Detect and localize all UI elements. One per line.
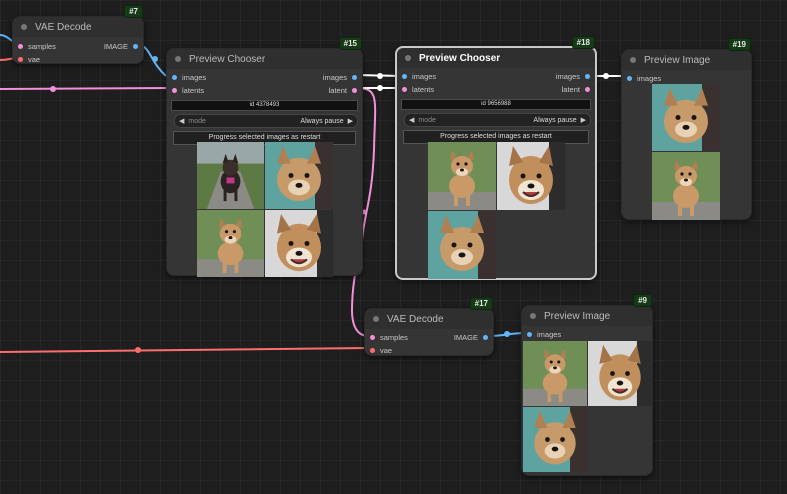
image-socket-icon[interactable] — [483, 335, 488, 340]
preview-thumbnail[interactable] — [497, 142, 565, 210]
vae-socket-icon[interactable] — [18, 57, 23, 62]
mode-combo[interactable]: ◀ mode Always pause ▶ — [404, 113, 591, 127]
node-title-bar[interactable]: Preview Chooser — [167, 49, 362, 69]
image-socket-icon[interactable] — [527, 332, 532, 337]
mode-label: mode — [188, 117, 206, 125]
input-slot-images[interactable]: images — [172, 71, 206, 84]
node-id-badge: #18 — [571, 36, 595, 49]
preview-image-node-19[interactable]: #19 Preview Image images — [621, 38, 752, 220]
preview-thumbnail[interactable] — [652, 152, 720, 220]
id-display: id 9656988 — [401, 99, 591, 110]
preview-thumbnail[interactable] — [428, 211, 496, 279]
input-slot-vae[interactable]: vae — [18, 53, 40, 66]
mode-value: Always pause — [533, 116, 577, 124]
id-display: id 4378493 — [171, 100, 358, 111]
vae-decode-node-7[interactable]: #7 VAE Decode samples IMAGE vae — [12, 5, 144, 66]
node-title: Preview Image — [544, 310, 611, 322]
node-title-bar[interactable]: VAE Decode — [365, 309, 493, 329]
output-slot-images[interactable]: images — [556, 70, 590, 83]
preview-thumbnail-selected[interactable] — [265, 210, 333, 277]
input-slot-images[interactable]: images — [402, 70, 436, 83]
node-title-bar[interactable]: Preview Image — [622, 50, 751, 70]
mode-label: mode — [418, 116, 436, 124]
input-slot-latents[interactable]: latents — [402, 83, 434, 96]
node-id-badge: #7 — [124, 5, 143, 18]
output-slot-image[interactable]: IMAGE — [104, 40, 138, 53]
preview-thumbnail[interactable] — [588, 341, 652, 406]
latent-socket-icon[interactable] — [585, 87, 590, 92]
arrow-left-icon[interactable]: ◀ — [409, 116, 414, 124]
node-title-bar[interactable]: VAE Decode — [13, 17, 143, 37]
latent-socket-icon[interactable] — [18, 44, 23, 49]
image-socket-icon[interactable] — [627, 76, 632, 81]
node-title: Preview Chooser — [419, 52, 501, 64]
collapse-dot-icon[interactable] — [175, 56, 181, 62]
latent-socket-icon[interactable] — [352, 88, 357, 93]
output-slot-latent[interactable]: latent — [329, 84, 357, 97]
collapse-dot-icon[interactable] — [373, 316, 379, 322]
arrow-right-icon[interactable]: ▶ — [581, 116, 586, 124]
preview-chooser-node-15[interactable]: #15 Preview Chooser images images latent… — [166, 37, 363, 277]
preview-image-grid — [197, 142, 333, 277]
node-id-badge: #17 — [469, 297, 493, 310]
node-title-bar[interactable]: Preview Chooser — [397, 48, 595, 68]
node-id-badge: #9 — [633, 294, 652, 307]
vae-socket-icon[interactable] — [370, 348, 375, 353]
preview-thumbnail-selected[interactable] — [428, 142, 496, 210]
preview-thumbnail[interactable] — [523, 407, 587, 472]
collapse-dot-icon[interactable] — [530, 313, 536, 319]
image-socket-icon[interactable] — [172, 75, 177, 80]
output-slot-latent[interactable]: latent — [562, 83, 590, 96]
collapse-dot-icon[interactable] — [21, 24, 27, 30]
input-slot-images[interactable]: images — [527, 328, 561, 341]
input-slot-samples[interactable]: samples — [18, 40, 56, 53]
node-title-bar[interactable]: Preview Image — [522, 306, 652, 326]
mode-value: Always pause — [300, 117, 344, 125]
node-title: VAE Decode — [387, 313, 444, 325]
latent-socket-icon[interactable] — [370, 335, 375, 340]
preview-image-node-9[interactable]: #9 Preview Image images — [521, 294, 653, 476]
preview-image-grid — [522, 341, 653, 472]
node-title: Preview Chooser — [189, 53, 266, 65]
node-id-badge: #15 — [338, 37, 362, 50]
collapse-dot-icon[interactable] — [630, 57, 636, 63]
input-slot-latents[interactable]: latents — [172, 84, 204, 97]
preview-thumbnail-selected[interactable] — [197, 210, 264, 277]
output-slot-images[interactable]: images — [323, 71, 357, 84]
preview-thumbnail[interactable] — [265, 142, 333, 209]
vae-decode-node-17[interactable]: #17 VAE Decode samples IMAGE vae — [364, 297, 494, 357]
image-socket-icon[interactable] — [133, 44, 138, 49]
mode-combo[interactable]: ◀ mode Always pause ▶ — [174, 114, 358, 128]
latent-socket-icon[interactable] — [172, 88, 177, 93]
image-socket-icon[interactable] — [352, 75, 357, 80]
collapse-dot-icon[interactable] — [405, 55, 411, 61]
preview-thumbnail[interactable] — [523, 341, 587, 406]
preview-chooser-node-18[interactable]: #18 Preview Chooser images images latent… — [395, 36, 597, 280]
node-id-badge: #19 — [727, 38, 751, 51]
node-title: VAE Decode — [35, 21, 92, 33]
preview-image-grid — [652, 84, 720, 220]
image-socket-icon[interactable] — [585, 74, 590, 79]
output-slot-image[interactable]: IMAGE — [454, 331, 488, 344]
arrow-right-icon[interactable]: ▶ — [348, 117, 353, 125]
arrow-left-icon[interactable]: ◀ — [179, 117, 184, 125]
image-socket-icon[interactable] — [402, 74, 407, 79]
preview-thumbnail[interactable] — [197, 142, 264, 209]
preview-image-grid — [428, 142, 566, 279]
input-slot-samples[interactable]: samples — [370, 331, 408, 344]
node-title: Preview Image — [644, 54, 711, 66]
preview-thumbnail[interactable] — [652, 84, 720, 151]
input-slot-vae[interactable]: vae — [370, 344, 392, 357]
latent-socket-icon[interactable] — [402, 87, 407, 92]
